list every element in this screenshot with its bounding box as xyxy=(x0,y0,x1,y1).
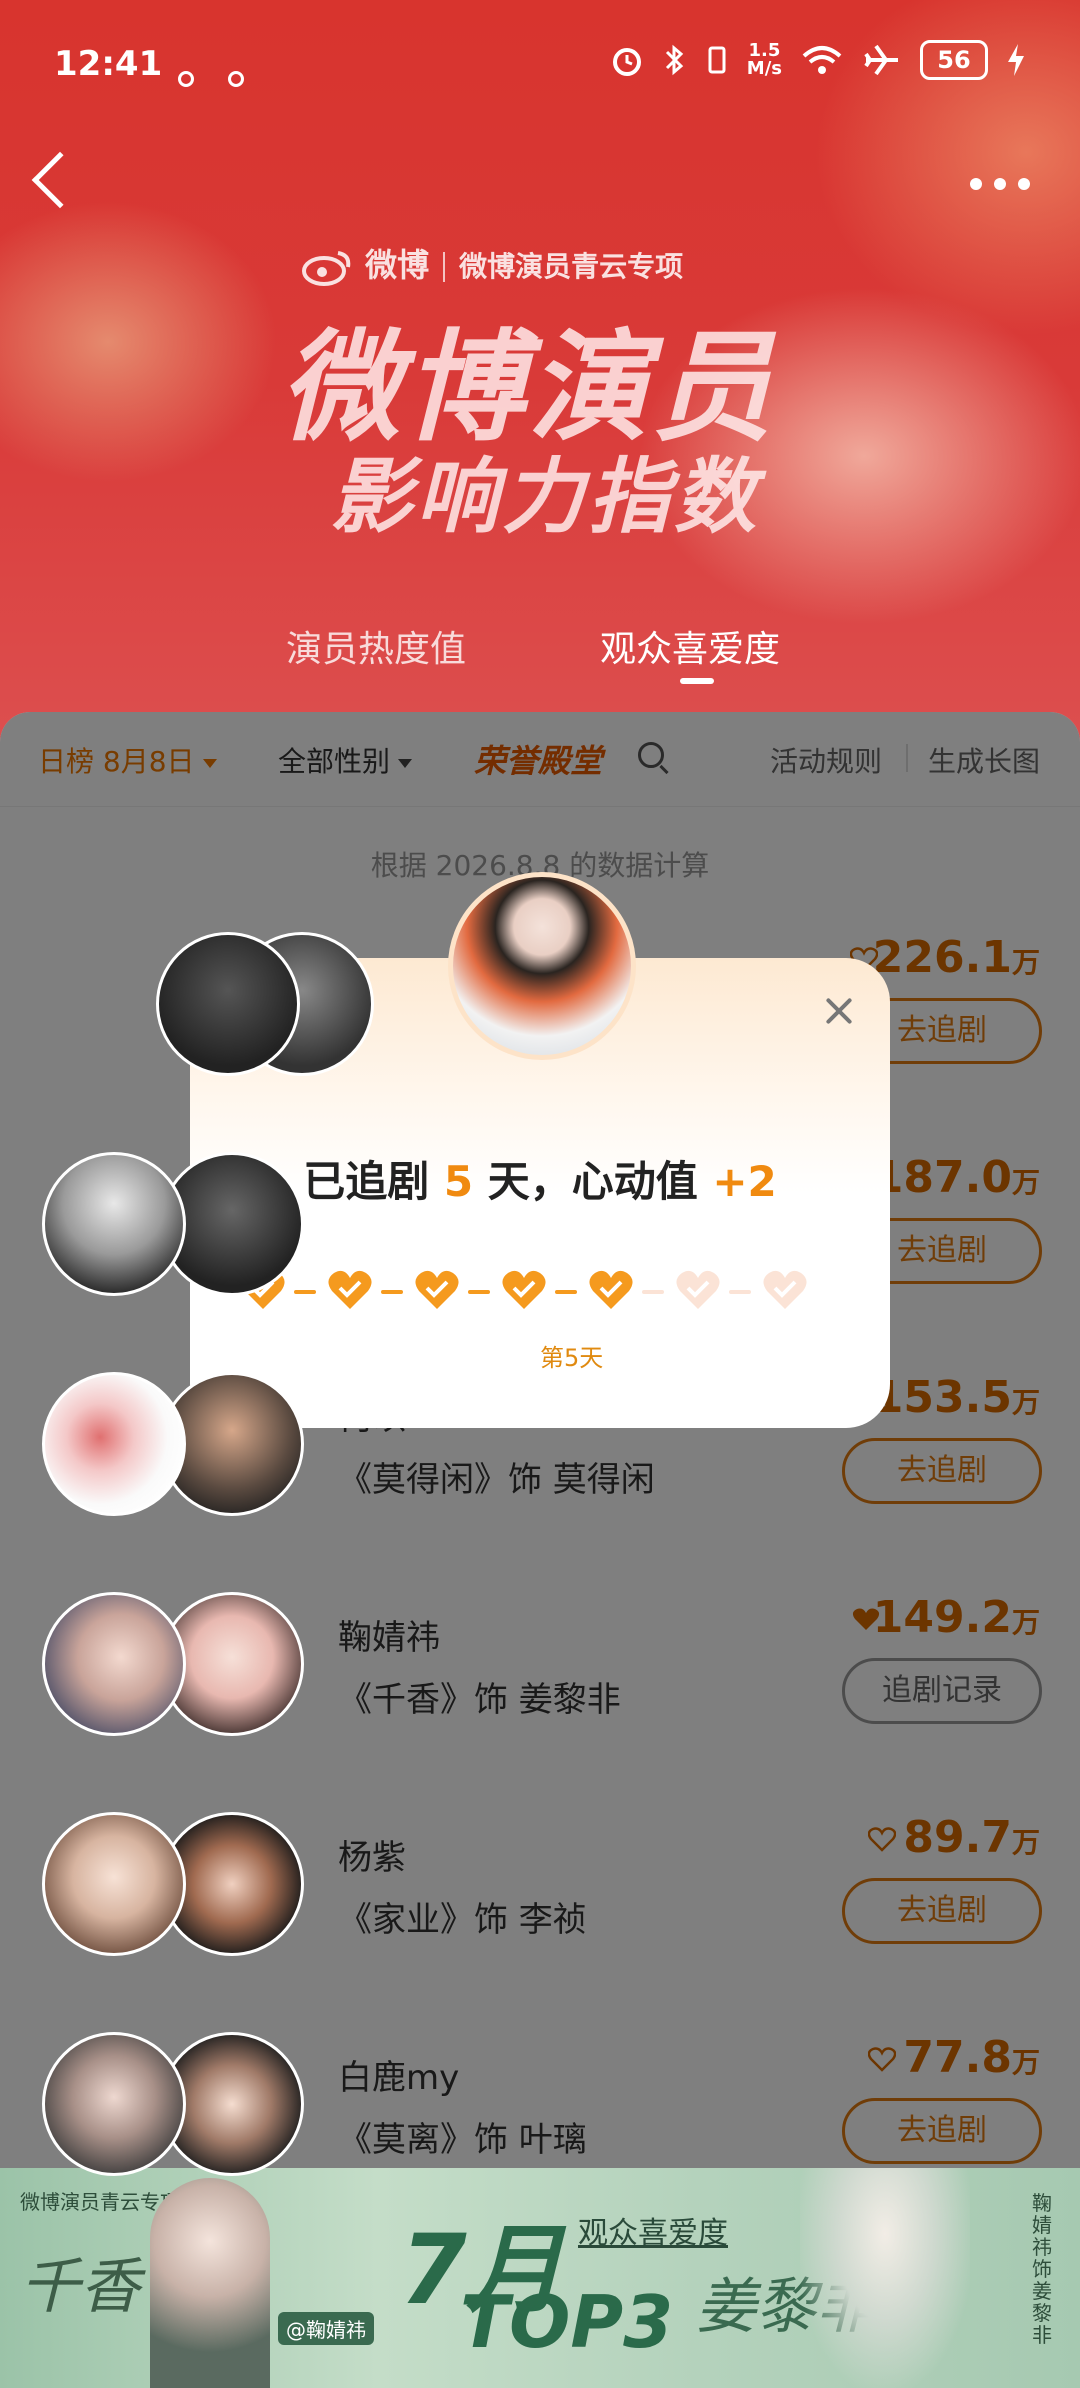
modal-avatar xyxy=(448,872,636,1060)
page-subtitle: 影响力指数 xyxy=(330,450,760,545)
brand-name: 微博 xyxy=(365,246,430,284)
banner-handle: @鞠婧祎 xyxy=(278,2312,374,2345)
tab-actor-heat[interactable]: 演员热度值 xyxy=(286,620,466,672)
hero-header: 12:41 1.5 M/s 56 微博 微博演员青云专项 微博演员 影响力指数 演员… xyxy=(0,0,1080,760)
charging-icon xyxy=(1008,44,1024,76)
close-icon[interactable] xyxy=(822,994,856,1028)
streak-connector xyxy=(468,1290,490,1294)
banner-rank: TOP3 xyxy=(460,2280,674,2364)
heart-pending-icon xyxy=(676,1270,720,1309)
notification-dot-icon xyxy=(178,71,194,87)
back-button[interactable] xyxy=(31,151,89,209)
heart-checked-icon xyxy=(415,1270,459,1309)
banner-portrait xyxy=(150,2178,270,2388)
streak-gain: +2 xyxy=(712,1157,777,1206)
brand-divider xyxy=(443,252,446,282)
streak-days: 5 xyxy=(443,1157,474,1206)
streak-prefix: 已追剧 xyxy=(303,1157,430,1206)
streak-connector xyxy=(555,1290,577,1294)
network-speed-unit: M/s xyxy=(746,58,782,79)
wifi-icon xyxy=(802,46,842,74)
dot-icon xyxy=(970,178,982,190)
weibo-brand: 微博 微博演员青云专项 xyxy=(300,240,683,287)
avatar[interactable] xyxy=(42,2032,186,2176)
avatar[interactable] xyxy=(42,1812,186,1956)
streak-mid: 天，心动值 xyxy=(487,1157,698,1206)
vibrate-icon xyxy=(708,46,726,74)
battery-level: 56 xyxy=(920,40,988,80)
tab-audience-love[interactable]: 观众喜爱度 xyxy=(600,620,780,672)
notification-icons xyxy=(178,56,278,96)
avatar[interactable] xyxy=(42,1372,186,1516)
avatar[interactable] xyxy=(42,1592,186,1736)
promo-banner[interactable]: 微博演员青云专项 千香 @鞠婧祎 7月 TOP3 观众喜爱度 姜黎非 鞠婧祎饰姜… xyxy=(0,2168,1080,2388)
avatar[interactable] xyxy=(156,932,300,1076)
heart-pending-icon xyxy=(763,1270,807,1309)
status-bar: 12:41 1.5 M/s 56 xyxy=(54,40,1026,90)
avatar[interactable] xyxy=(42,1152,186,1296)
status-right: 1.5 M/s 56 xyxy=(609,40,1026,80)
brand-sub: 微博演员青云专项 xyxy=(459,250,684,283)
streak-progress xyxy=(240,1268,840,1318)
tab-active-indicator xyxy=(680,678,714,684)
banner-vertical-text: 鞠婧祎饰姜黎非 xyxy=(1032,2191,1052,2347)
more-options-button[interactable] xyxy=(970,178,1030,190)
dot-icon xyxy=(994,178,1006,190)
banner-category: 观众喜爱度 xyxy=(578,2216,728,2251)
bluetooth-icon xyxy=(665,44,684,76)
heart-checked-icon xyxy=(502,1270,546,1309)
banner-figure xyxy=(800,2168,970,2388)
alarm-icon xyxy=(612,48,641,76)
banner-drama: 千香 xyxy=(20,2252,140,2322)
status-time: 12:41 xyxy=(54,44,163,84)
streak-connector xyxy=(642,1290,664,1294)
airplane-icon xyxy=(864,44,898,76)
streak-connector xyxy=(381,1290,403,1294)
notification-dot-icon xyxy=(228,71,244,87)
dot-icon xyxy=(1018,178,1030,190)
network-speed: 1.5 M/s xyxy=(747,42,782,78)
weibo-logo-icon xyxy=(302,251,351,286)
streak-day-label: 第5天 xyxy=(540,1344,604,1372)
heart-checked-icon xyxy=(328,1270,372,1309)
heart-checked-icon xyxy=(589,1270,633,1309)
streak-connector xyxy=(294,1290,316,1294)
streak-connector xyxy=(729,1290,751,1294)
